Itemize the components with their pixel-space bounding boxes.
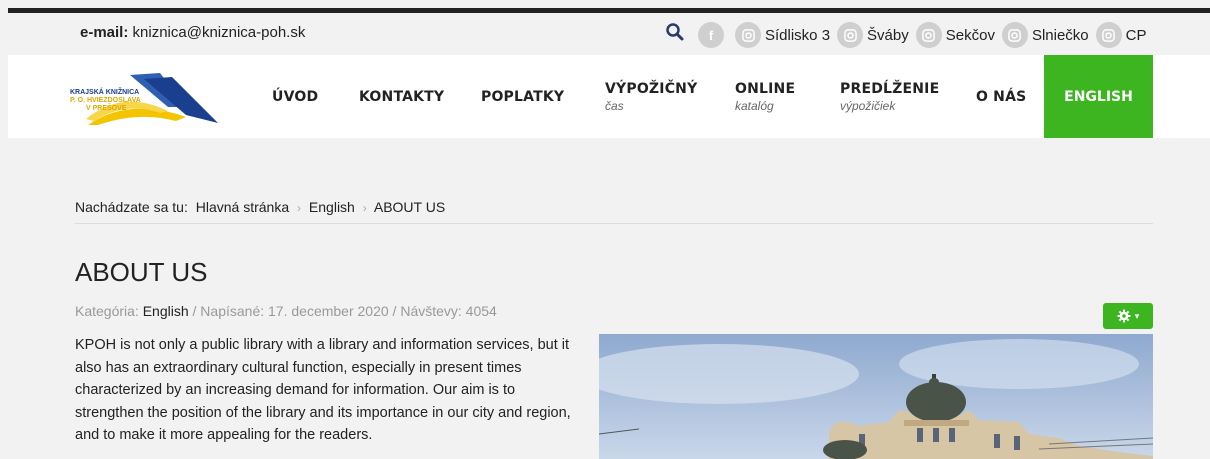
nav-kontakty[interactable]: KONTAKTY [359, 55, 444, 138]
nav-label: O NÁS [976, 88, 1027, 105]
nav-sublabel: čas [605, 98, 624, 113]
nav-o-nas[interactable]: O NÁS [976, 55, 1026, 138]
nav-label: KONTAKTY [359, 88, 445, 105]
nav-label: ÚVOD [272, 88, 319, 105]
breadcrumb-separator: › [297, 201, 302, 215]
breadcrumb-home[interactable]: Hlavná stránka [196, 199, 289, 215]
facebook-link[interactable]: f [698, 22, 724, 48]
email-value[interactable]: kniznica@kniznica-poh.sk [133, 24, 306, 41]
svg-text:P. O. HVIEZDOSLAVA: P. O. HVIEZDOSLAVA [70, 97, 141, 104]
nav-predlzenie[interactable]: PREDĹŽENIE výpožičiek [840, 55, 939, 138]
instagram-icon [915, 22, 942, 48]
svg-text:V PREŠOVE: V PREŠOVE [86, 103, 127, 112]
facebook-icon: f [698, 22, 724, 48]
category-label: Kategória: [75, 303, 139, 319]
nav-sublabel: výpožičiek [840, 98, 896, 113]
search-icon[interactable] [665, 22, 685, 42]
page-title: ABOUT US [75, 257, 208, 287]
social-label: Sídlisko 3 [765, 26, 831, 44]
instagram-icon [1095, 22, 1122, 48]
nav-label: POPLATKY [481, 88, 565, 105]
instagram-link-sidlisko3[interactable]: Sídlisko 3 [735, 22, 830, 48]
nav-poplatky[interactable]: POPLATKY [481, 55, 564, 138]
nav-label: ONLINE [735, 80, 796, 97]
email-label: e-mail: [80, 24, 129, 41]
article-meta: Kategória: English / Napísané: 17. decem… [75, 303, 497, 319]
article-text: KPOH is not only a public library with a… [75, 337, 571, 443]
social-label: CP [1125, 26, 1147, 44]
library-building-photo [599, 334, 1153, 459]
instagram-icon [837, 22, 864, 48]
breadcrumb-divider [75, 223, 1153, 224]
breadcrumb-separator: › [362, 201, 367, 215]
social-label: Slniečko [1031, 26, 1089, 44]
breadcrumb: Nachádzate sa tu: Hlavná stránka › Engli… [75, 199, 445, 215]
instagram-link-svaby[interactable]: Šváby [837, 22, 909, 48]
nav-online-katalog[interactable]: ONLINE katalóg [735, 55, 795, 138]
contact-email[interactable]: e-mail: kniznica@kniznica-poh.sk [80, 24, 305, 41]
social-label: Šváby [867, 26, 909, 44]
instagram-link-slniecko[interactable]: Slniečko [1001, 22, 1089, 48]
instagram-link-cp[interactable]: CP [1095, 22, 1147, 48]
instagram-icon [1001, 22, 1028, 48]
category-link[interactable]: English [143, 303, 189, 319]
chevron-down-icon: ▾ [1134, 310, 1140, 321]
article-info: / Napísané: 17. december 2020 / Návštevy… [192, 303, 497, 319]
social-label: Sekčov [945, 26, 995, 44]
main-navigation: KRAJSKÁ KNIŽNICA P. O. HVIEZDOSLAVA V PR… [8, 55, 1210, 138]
top-bar: e-mail: kniznica@kniznica-poh.sk f Sídli… [8, 13, 1210, 55]
instagram-icon [735, 22, 761, 48]
breadcrumb-english[interactable]: English [309, 199, 355, 215]
article-tools-button[interactable]: ▾ [1103, 303, 1153, 329]
nav-english[interactable]: ENGLISH [1044, 55, 1153, 138]
instagram-link-sekcov[interactable]: Sekčov [915, 22, 995, 48]
nav-vypozicny-cas[interactable]: VÝPOŽIČNÝ čas [605, 55, 697, 138]
breadcrumb-label: Nachádzate sa tu: [75, 199, 188, 215]
nav-sublabel: katalóg [735, 98, 774, 113]
nav-label: PREDĹŽENIE [840, 80, 940, 97]
nav-uvod[interactable]: ÚVOD [272, 55, 318, 138]
nav-label: VÝPOŽIČNÝ [605, 80, 698, 97]
social-links: f Sídlisko 3 Šváby Sekčov Slniečko CP [698, 22, 1154, 48]
gear-icon [1117, 309, 1131, 323]
svg-text:KRAJSKÁ KNIŽNICA: KRAJSKÁ KNIŽNICA [70, 87, 139, 96]
breadcrumb-current: ABOUT US [373, 199, 446, 215]
library-logo[interactable]: KRAJSKÁ KNIŽNICA P. O. HVIEZDOSLAVA V PR… [68, 67, 223, 127]
